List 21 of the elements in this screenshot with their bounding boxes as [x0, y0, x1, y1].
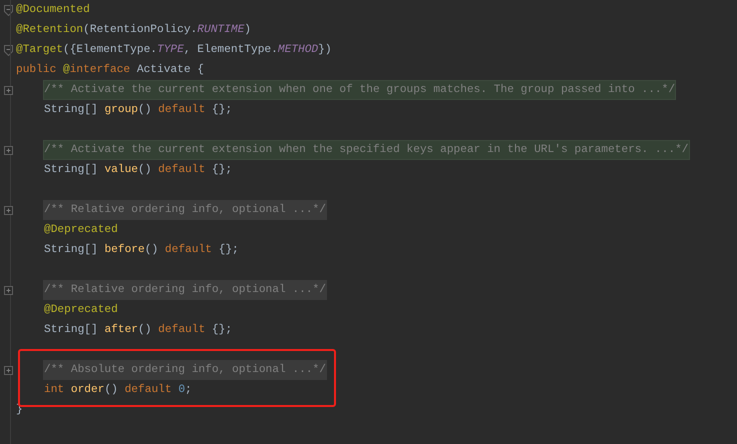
folded-comment[interactable]: /** Activate the current extension when one of the groups matches. The group passed into ...*/: [44, 81, 676, 99]
code-line: String[] after() default {};: [44, 322, 232, 338]
expand-icon[interactable]: [4, 286, 12, 294]
code-line: String[] before() default {};: [44, 242, 239, 258]
code-line: public @interface Activate {: [16, 62, 204, 78]
expand-icon[interactable]: [4, 366, 12, 374]
code-line: String[] value() default {};: [44, 162, 232, 178]
folded-comment[interactable]: /** Absolute ordering info, optional ...*/: [44, 361, 326, 379]
expand-icon[interactable]: [4, 146, 12, 154]
folded-comment[interactable]: /** Relative ordering info, optional ...*/: [44, 281, 326, 299]
code-line: String[] group() default {};: [44, 102, 232, 118]
code-line: @Deprecated: [44, 222, 118, 238]
folded-comment[interactable]: /** Relative ordering info, optional ...*/: [44, 201, 326, 219]
code-line: @Documented: [16, 2, 90, 18]
code-line: @Retention(RetentionPolicy.RUNTIME): [16, 22, 251, 38]
code-line: @Target({ElementType.TYPE, ElementType.METHOD}): [16, 42, 332, 58]
expand-icon[interactable]: [4, 206, 12, 214]
code-line: @Deprecated: [44, 302, 118, 318]
expand-icon[interactable]: [4, 86, 12, 94]
code-line: int order() default 0;: [44, 382, 192, 398]
folded-comment[interactable]: /** Activate the current extension when the specified keys appear in the URL's parameters. ...*/: [44, 141, 689, 159]
